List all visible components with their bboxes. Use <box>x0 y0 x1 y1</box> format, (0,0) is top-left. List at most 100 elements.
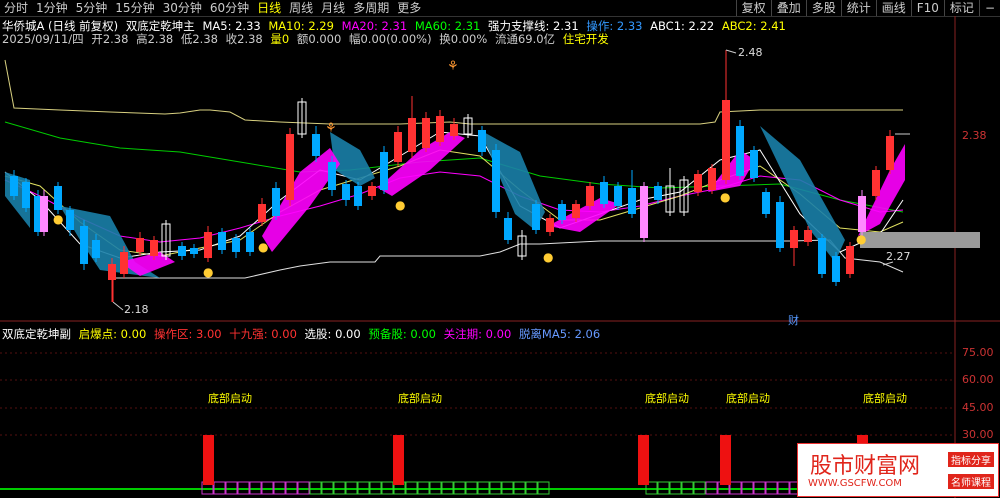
candle-body <box>66 210 74 230</box>
low-price-label: 2.18 <box>124 303 149 316</box>
candle-body <box>872 170 880 196</box>
candle-body <box>312 134 320 156</box>
candle-body <box>504 218 512 240</box>
candle-body <box>846 246 854 274</box>
candle-body <box>640 186 648 238</box>
candle-body <box>750 150 758 178</box>
person-icon: ⚘ <box>447 59 459 74</box>
candle-body <box>600 182 608 204</box>
teal-band-5 <box>760 126 845 262</box>
candle-body <box>22 182 30 208</box>
sub-indicator-name[interactable]: 双底定乾坤副 <box>2 327 71 341</box>
sub-axis-30: 30.00 <box>962 428 994 441</box>
candle-body <box>450 124 458 136</box>
czq-value: 操作区: 3.00 <box>153 327 222 341</box>
candle-body <box>40 196 48 232</box>
money-bag-icon: ● <box>203 265 214 279</box>
signal-bar <box>203 435 214 485</box>
signal-label: 底部启动 <box>398 392 442 405</box>
candle-body <box>762 192 770 214</box>
candle-body <box>492 150 500 212</box>
candle-body <box>286 134 294 200</box>
money-bag-icon: ● <box>720 190 731 204</box>
gzq-value: 关注期: 0.00 <box>443 327 512 341</box>
candle-body <box>328 162 336 190</box>
ybg-value: 预备股: 0.00 <box>368 327 436 341</box>
candle-body <box>886 136 894 170</box>
watermark-tag: 指标分享 <box>948 452 994 467</box>
candle-body <box>694 174 702 192</box>
candle-body <box>120 252 128 274</box>
candle-body <box>342 184 350 200</box>
kline-chart[interactable] <box>0 0 1000 498</box>
sub-info-line: 双底定乾坤副 启爆点: 0.00 操作区: 3.00 十九强: 0.00 选股:… <box>2 326 604 342</box>
candle-body <box>54 186 62 210</box>
candle-body <box>204 232 212 258</box>
watermark-title: 股市财富网 <box>810 454 921 479</box>
candle-body <box>232 238 240 252</box>
candle-body <box>354 186 362 206</box>
candle-body <box>422 118 430 148</box>
pink-band-3 <box>378 132 465 196</box>
candle-body <box>10 176 18 196</box>
xg-value: 选股: 0.00 <box>304 327 361 341</box>
candle-body <box>776 202 784 248</box>
money-bag-icon: ● <box>856 232 867 246</box>
candle-body <box>628 188 636 214</box>
watermark-tag: 名师课程 <box>948 474 994 489</box>
candle-body <box>92 240 100 258</box>
money-bag-icon: ● <box>395 198 406 212</box>
candle-body <box>218 232 226 250</box>
watermark-logo: 股市财富网 WWW.GSCFW.COM 指标分享 名师课程 <box>797 443 999 497</box>
candle-body <box>586 186 594 206</box>
signal-label: 底部启动 <box>645 392 689 405</box>
sub-axis-75: 75.00 <box>962 346 994 359</box>
high-pointer <box>725 49 737 54</box>
candle-body <box>246 232 254 252</box>
candle-body <box>436 116 444 142</box>
candle-body <box>478 130 486 152</box>
candle-body <box>722 100 730 180</box>
person-icon-2: ⚘ <box>325 121 337 136</box>
candle-body <box>858 196 866 232</box>
finance-marker[interactable]: 财 <box>788 312 799 328</box>
signal-label: 底部启动 <box>863 392 907 405</box>
candle-body <box>394 132 402 162</box>
candle-body <box>258 204 266 222</box>
money-bag-icon: ● <box>53 212 64 226</box>
money-bag-icon: ● <box>258 240 269 254</box>
candle-body <box>572 204 580 218</box>
tl-value: 脱离MA5: 2.06 <box>518 327 601 341</box>
candle-body <box>546 218 554 232</box>
last-low-label: 2.27 <box>886 250 911 263</box>
candle-body <box>736 126 744 176</box>
right-price-label: 2.38 <box>962 129 987 142</box>
candle-body <box>790 230 798 248</box>
candle-body <box>108 264 116 280</box>
candle-body <box>178 246 186 256</box>
signal-bar <box>720 435 731 485</box>
candle-body <box>532 204 540 230</box>
candle-body <box>272 188 280 216</box>
candle-body <box>368 186 376 196</box>
candle-body <box>380 152 388 190</box>
high-price-label: 2.48 <box>738 46 763 59</box>
sub-axis-45: 45.00 <box>962 401 994 414</box>
candle-body <box>804 230 812 242</box>
watermark-url: WWW.GSCFW.COM <box>808 478 902 489</box>
support-line <box>110 239 904 279</box>
candle-body <box>80 226 88 264</box>
candle-body <box>150 240 158 256</box>
signal-label: 底部启动 <box>726 392 770 405</box>
candle-body <box>654 186 662 200</box>
money-bag-icon: ● <box>543 250 554 264</box>
sjq-value: 十九强: 0.00 <box>229 327 297 341</box>
low-pointer <box>112 301 124 311</box>
candle-body <box>136 238 144 252</box>
qbd-value: 启爆点: 0.00 <box>78 327 147 341</box>
candle-body <box>708 168 716 190</box>
signal-bar <box>393 435 404 485</box>
signal-bar <box>638 435 649 485</box>
candle-body <box>190 248 198 254</box>
candle-body <box>614 186 622 206</box>
